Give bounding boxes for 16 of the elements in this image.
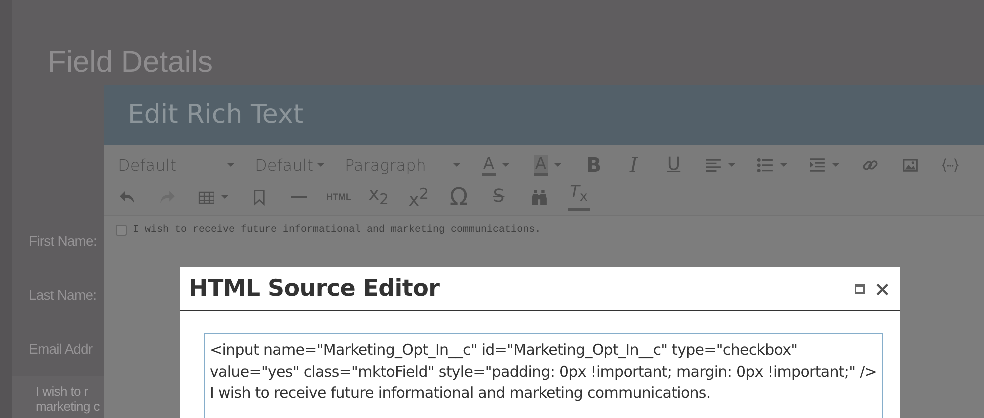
binoculars-icon	[530, 188, 548, 206]
consent-text: I wish to r marketing c	[36, 384, 100, 414]
image-icon	[902, 156, 918, 174]
indent-icon	[808, 156, 826, 174]
close-button[interactable]: ×	[874, 278, 891, 298]
align-left-icon	[704, 156, 722, 174]
horizontal-line-icon	[290, 196, 308, 198]
dialog-title: Edit Rich Text	[128, 100, 304, 130]
maximize-icon[interactable]	[854, 282, 866, 294]
undo-icon	[118, 188, 136, 206]
checkbox-label: I wish to receive future informational and marketing communications.	[133, 225, 542, 236]
checkbox[interactable]	[116, 225, 127, 236]
source-code-field[interactable]: <input name="Marketing_Opt_In__c" id="Marketing_Opt_In__c" type="checkbox" value="yes" class="mktoField" style="padding: 0px !important; margin: 0px !important;" /> I wish to receive future informational and marketing communications.	[204, 333, 883, 418]
bullet-list-icon	[756, 156, 774, 174]
braces-icon	[942, 156, 958, 174]
modal-title: HTML Source Editor	[189, 276, 441, 302]
